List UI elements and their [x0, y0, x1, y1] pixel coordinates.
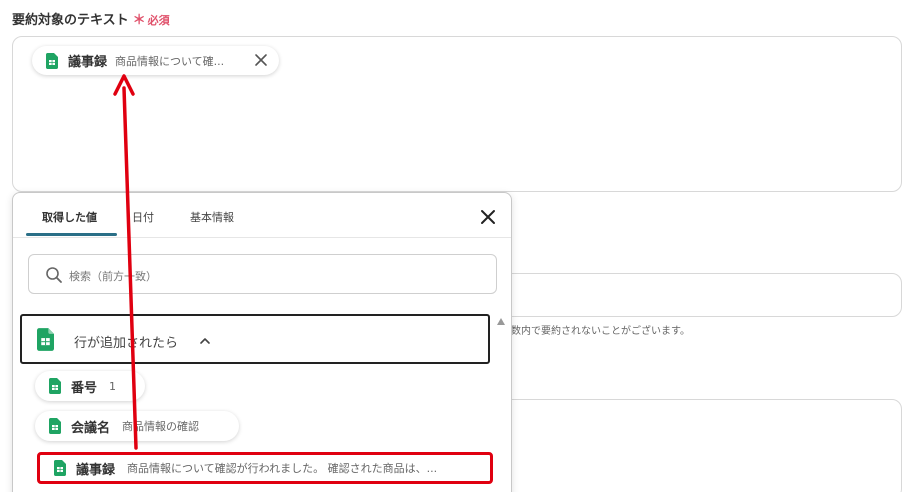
background-input[interactable] — [500, 273, 902, 317]
tab-retrieved-values[interactable]: 取得した値 — [42, 209, 97, 225]
chip-value: 商品情報について確... — [115, 54, 225, 68]
field-label: 要約対象のテキスト＊必須 — [12, 9, 170, 28]
active-tab-indicator — [26, 233, 117, 236]
value-item-meeting-name[interactable]: 会議名 商品情報の確認 — [35, 411, 239, 441]
item-value: 商品情報について確認が行われました。 確認された商品は、... — [127, 462, 438, 475]
item-value: 1 — [109, 379, 117, 393]
google-sheets-icon — [49, 378, 61, 394]
item-name: 会議名 — [71, 420, 111, 436]
value-item-minutes-highlighted[interactable]: 議事録 商品情報について確認が行われました。 確認された商品は、... — [37, 452, 493, 484]
search-placeholder: 検索（前方一致） — [69, 270, 157, 283]
value-item-number[interactable]: 番号 1 — [35, 371, 145, 401]
panel-tabs: 取得した値 日付 基本情報 — [13, 193, 511, 238]
google-sheets-icon — [54, 460, 66, 476]
search-input[interactable]: 検索（前方一致） — [28, 254, 497, 294]
background-textarea[interactable] — [500, 399, 902, 492]
background-note: 数内で要約されないことがございます。 — [511, 326, 690, 337]
item-name: 議事録 — [76, 462, 116, 478]
tab-date[interactable]: 日付 — [132, 209, 154, 225]
google-sheets-icon — [46, 52, 58, 69]
chevron-up-icon[interactable] — [198, 334, 212, 348]
search-icon — [46, 267, 62, 283]
field-label-text: 要約対象のテキスト — [12, 13, 129, 28]
item-name: 番号 — [71, 380, 98, 396]
item-value: 商品情報の確認 — [122, 420, 200, 433]
section-title: 行が追加されたら — [74, 336, 179, 351]
selected-value-chip[interactable]: 議事録 商品情報について確... — [32, 46, 279, 75]
trigger-section-header[interactable]: 行が追加されたら — [20, 314, 490, 364]
close-icon[interactable] — [253, 52, 269, 68]
close-icon[interactable] — [479, 208, 497, 226]
scrollbar-up-arrow[interactable] — [497, 318, 505, 325]
tab-basic-info[interactable]: 基本情報 — [190, 209, 234, 225]
required-star: ＊ — [132, 13, 146, 28]
google-sheets-icon — [49, 418, 61, 434]
required-text: 必須 — [147, 14, 170, 27]
google-sheets-icon — [37, 328, 54, 351]
value-picker-panel: 取得した値 日付 基本情報 検索（前方一致） 行が追加されたら 番号 1 会議名… — [12, 192, 512, 492]
chip-name: 議事録 — [68, 55, 108, 70]
